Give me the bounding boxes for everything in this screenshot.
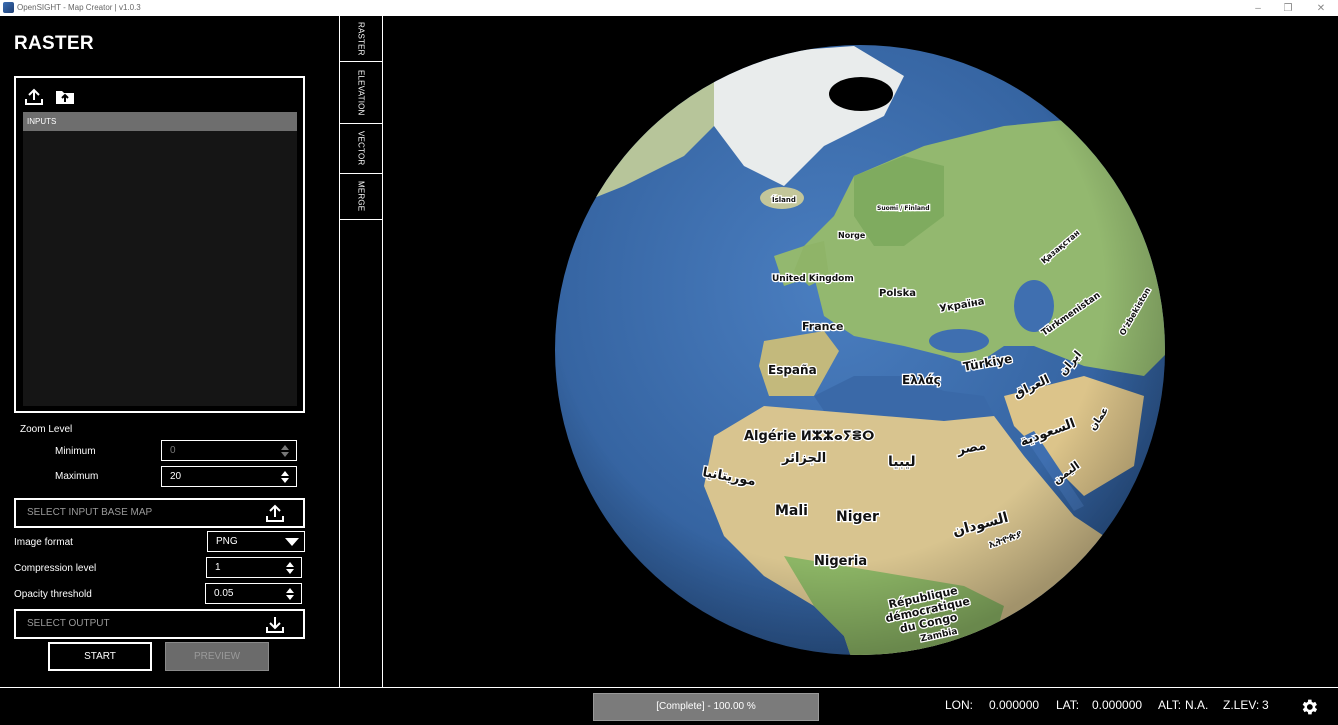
minimum-label: Minimum: [55, 446, 96, 457]
map-label-niger: Niger: [836, 509, 879, 525]
inputs-list-header: INPUTS: [23, 112, 297, 131]
image-format-select[interactable]: PNG: [207, 531, 305, 552]
inputs-list[interactable]: INPUTS: [23, 112, 297, 406]
map-label-ellas: Ελλάς: [902, 373, 941, 387]
tab-raster-label: RASTER: [356, 21, 366, 56]
mode-tabs: RASTER ELEVATION VECTOR MERGE: [339, 16, 383, 687]
opacity-threshold-stepper[interactable]: 0.05: [205, 583, 302, 604]
select-input-base-map-label: SELECT INPUT BASE MAP: [27, 507, 153, 518]
image-format-value: PNG: [216, 536, 238, 547]
tab-merge[interactable]: MERGE: [340, 174, 382, 220]
start-button[interactable]: START: [48, 642, 152, 671]
map-label-suomi: Suomi / Finland: [877, 205, 930, 212]
raster-panel: RASTER INPUTS Zoom Level Minimum 0 Maxim…: [0, 16, 339, 687]
maximize-button[interactable]: ❐: [1273, 0, 1303, 16]
map-label-island: Ísland: [772, 195, 796, 204]
compression-level-label: Compression level: [14, 563, 97, 574]
zoom-level-label: Zoom Level: [20, 424, 73, 435]
stepper-arrows-icon[interactable]: [280, 444, 290, 458]
minimize-button[interactable]: –: [1243, 0, 1273, 16]
map-viewport[interactable]: Ísland Suomi / Finland Norge Қазақстан U…: [384, 16, 1338, 687]
stepper-arrows-icon[interactable]: [285, 587, 295, 601]
upload-file-icon[interactable]: [24, 88, 44, 106]
maximum-zoom-value: 20: [170, 471, 182, 482]
map-label-espana: España: [768, 363, 817, 377]
tab-vector-label: VECTOR: [356, 131, 366, 166]
alt-value: N.A.: [1185, 698, 1209, 712]
compression-level-stepper[interactable]: 1: [206, 557, 302, 578]
lat-label: LAT:: [1056, 698, 1080, 712]
select-output-button[interactable]: SELECT OUTPUT: [14, 609, 305, 639]
chevron-down-icon: [285, 538, 299, 546]
title-bar: OpenSIGHT - Map Creator | v1.0.3 – ❐ ✕: [0, 0, 1338, 16]
map-label-algeria-ar: الجزائر: [781, 451, 826, 466]
lon-value: 0.000000: [989, 698, 1040, 712]
tab-elevation[interactable]: ELEVATION: [340, 62, 382, 124]
map-label-nigeria: Nigeria: [814, 554, 867, 569]
status-bar: [Complete] - 100.00 % LON: 0.000000 LAT:…: [0, 687, 1338, 725]
globe[interactable]: Ísland Suomi / Finland Norge Қазақстан U…: [384, 16, 1338, 687]
gear-icon[interactable]: [1299, 697, 1319, 717]
preview-button[interactable]: PREVIEW: [165, 642, 269, 671]
alt-label: ALT:: [1158, 698, 1182, 712]
upload-icon: [266, 504, 284, 522]
map-label-france: France: [802, 320, 843, 333]
image-format-label: Image format: [14, 537, 73, 548]
zlev-label: Z.LEV:: [1223, 698, 1260, 712]
window-title: OpenSIGHT - Map Creator | v1.0.3: [17, 3, 141, 12]
minimum-zoom-stepper[interactable]: 0: [161, 440, 297, 461]
panel-title: RASTER: [14, 33, 94, 54]
maximum-zoom-stepper[interactable]: 20: [161, 466, 297, 487]
app-logo-icon: [3, 2, 14, 13]
compression-level-value: 1: [215, 562, 221, 573]
map-label-mali: Mali: [775, 503, 808, 519]
stepper-arrows-icon[interactable]: [280, 470, 290, 484]
progress-bar: [Complete] - 100.00 %: [593, 693, 819, 721]
opacity-threshold-value: 0.05: [214, 588, 234, 599]
tab-elevation-label: ELEVATION: [356, 69, 366, 116]
tab-merge-label: MERGE: [356, 181, 366, 212]
map-label-libya: ليبيا: [888, 454, 916, 470]
select-input-base-map-button[interactable]: SELECT INPUT BASE MAP: [14, 498, 305, 528]
map-label-norge: Norge: [838, 231, 866, 240]
zlev-value: 3: [1262, 698, 1269, 712]
map-label-algerie: Algérie ⵍⵣⵣⴰⵢⴻⵔ: [744, 429, 874, 444]
tab-vector[interactable]: VECTOR: [340, 124, 382, 174]
minimum-zoom-value: 0: [170, 445, 176, 456]
map-label-united-kingdom: United Kingdom: [772, 274, 854, 284]
inputs-box: INPUTS: [14, 76, 305, 413]
opacity-threshold-label: Opacity threshold: [14, 589, 92, 600]
stepper-arrows-icon[interactable]: [285, 561, 295, 575]
lat-value: 0.000000: [1092, 698, 1143, 712]
map-label-polska: Polska: [879, 288, 916, 299]
close-button[interactable]: ✕: [1306, 0, 1336, 16]
lon-label: LON:: [945, 698, 974, 712]
download-icon: [266, 617, 284, 633]
select-output-label: SELECT OUTPUT: [27, 618, 110, 629]
upload-folder-icon[interactable]: [55, 88, 75, 106]
maximum-label: Maximum: [55, 471, 99, 482]
tab-raster[interactable]: RASTER: [340, 16, 382, 62]
